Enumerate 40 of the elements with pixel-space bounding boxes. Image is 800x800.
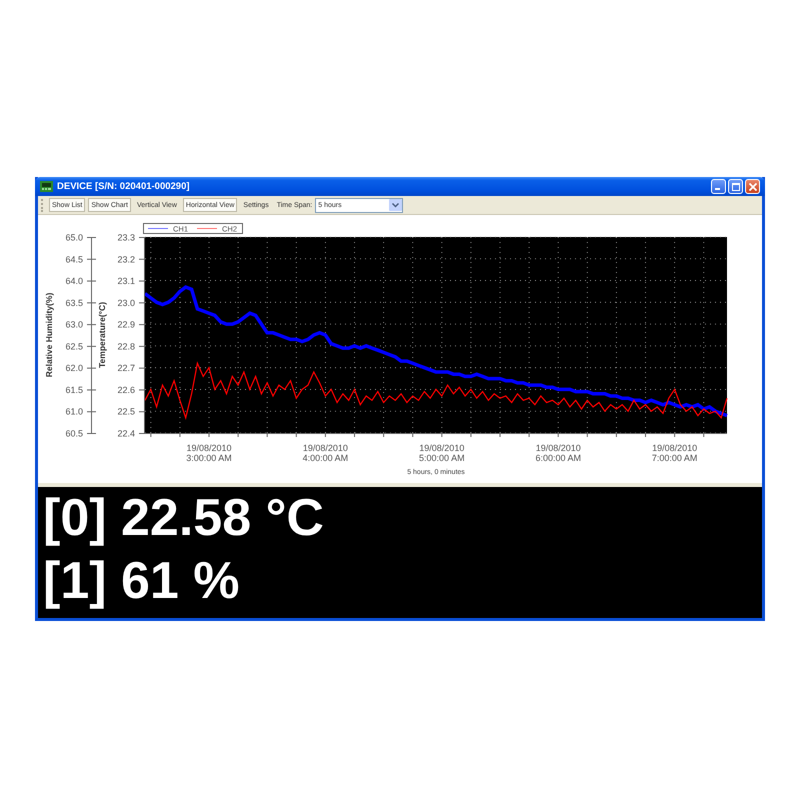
reading-text: [0] 22.58 °C xyxy=(43,488,325,549)
y-tick-label: 23.2 xyxy=(117,254,135,264)
y-tick-label: 22.5 xyxy=(117,406,135,417)
y-tick-label: 23.0 xyxy=(117,298,135,308)
humidity-tick-label: 64.5 xyxy=(65,254,83,264)
reading-text: [1] 61 % xyxy=(43,551,241,612)
legend-line-icon xyxy=(148,228,168,229)
humidity-tick-label: 62.5 xyxy=(65,341,83,352)
y-tick-label: 22.7 xyxy=(117,363,135,374)
close-icon xyxy=(748,182,756,190)
grip-icon[interactable] xyxy=(41,198,44,212)
humidity-tick-label: 61.5 xyxy=(65,384,83,395)
y-tick-label: 23.3 xyxy=(117,232,135,242)
x-tick-label: 19/08/2010 6:00:00 AM xyxy=(535,443,581,463)
y-tick-label: 22.4 xyxy=(117,428,135,438)
humidity-tick-label: 64.0 xyxy=(65,276,83,286)
x-tick-label: 19/08/2010 7:00:00 AM xyxy=(652,443,698,463)
maximize-icon xyxy=(732,182,740,190)
humidity-axis-title: Relative Humidity(%) xyxy=(44,292,54,378)
y-tick-label: 22.6 xyxy=(117,384,135,395)
x-tick-label: 19/08/2010 5:00:00 AM xyxy=(419,443,465,463)
humidity-tick-label: 62.0 xyxy=(65,363,83,374)
y-tick-label: 23.1 xyxy=(117,276,135,286)
caret-icon xyxy=(389,199,402,211)
x-tick-label: 19/08/2010 4:00:00 AM xyxy=(302,443,348,463)
humidity-tick-label: 63.5 xyxy=(65,298,83,308)
x-tick-label: 19/08/2010 3:00:00 AM xyxy=(186,443,232,463)
legend-line-icon xyxy=(196,228,218,229)
window-title: DEVICE [S/N: 020401-000290] xyxy=(57,181,190,192)
close-button[interactable] xyxy=(745,179,760,194)
y-tick-label: 22.9 xyxy=(117,320,135,330)
maximize-button[interactable] xyxy=(728,179,743,194)
humidity-tick-label: 60.5 xyxy=(65,428,83,438)
y-axis-title: Temperature(°C) xyxy=(97,302,107,368)
humidity-tick-label: 65.0 xyxy=(65,232,83,242)
minimize-button[interactable] xyxy=(711,179,726,194)
humidity-tick-label: 61.0 xyxy=(65,406,83,417)
y-tick-label: 22.8 xyxy=(117,341,135,352)
humidity-tick-label: 63.0 xyxy=(65,320,83,330)
app-icon xyxy=(40,181,53,192)
